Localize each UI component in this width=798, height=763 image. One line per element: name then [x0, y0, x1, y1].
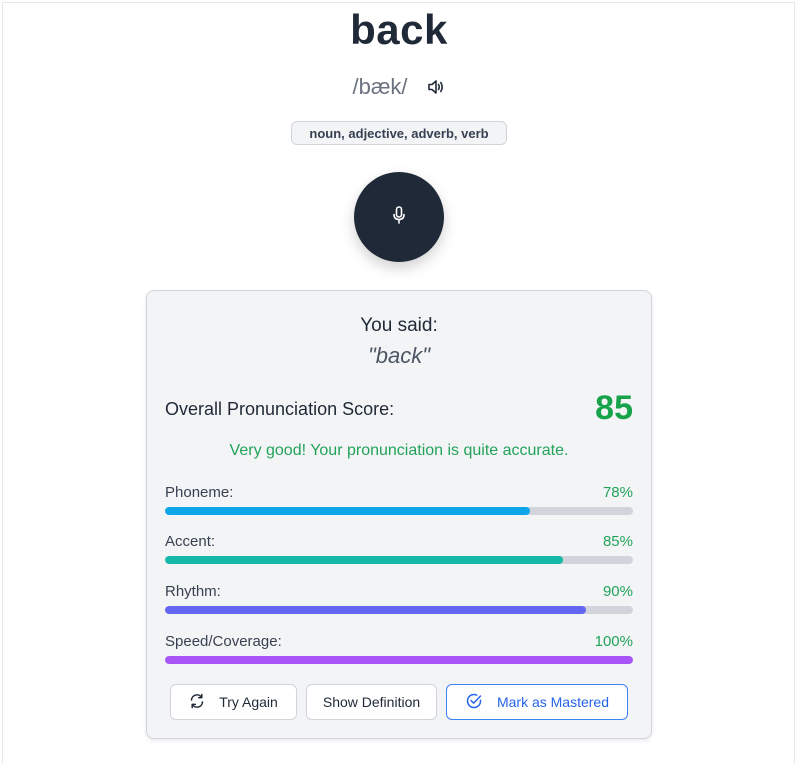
overall-score-label: Overall Pronunciation Score: [165, 399, 395, 419]
overall-score-value: 85 [595, 389, 633, 427]
progress-track [165, 556, 633, 564]
record-button[interactable] [354, 172, 444, 262]
feedback-message: Very good! Your pronunciation is quite a… [229, 442, 569, 459]
progress-fill [165, 656, 633, 664]
refresh-icon [189, 693, 205, 712]
parts-of-speech-badge: noun, adjective, adverb, verb [291, 121, 507, 145]
metric-phoneme: Phoneme: 78% [165, 484, 633, 524]
word-title: back [350, 6, 448, 53]
progress-track [165, 507, 633, 515]
check-circle-icon [465, 692, 483, 713]
try-again-button[interactable]: Try Again [170, 684, 297, 720]
try-again-label: Try Again [219, 694, 278, 710]
progress-track [165, 606, 633, 614]
metric-value: 90% [602, 583, 633, 600]
pronunciation-row: /bæk/ [0, 72, 798, 102]
progress-fill [165, 556, 563, 564]
metric-value: 100% [594, 633, 633, 650]
metric-value: 85% [602, 533, 633, 550]
metric-accent: Accent: 85% [165, 533, 633, 573]
progress-fill [165, 507, 531, 515]
metric-label: Speed/Coverage: [165, 633, 282, 650]
you-said-label: You said: [360, 315, 438, 336]
progress-fill [165, 606, 587, 614]
ipa-transcription: /bæk/ [352, 74, 408, 99]
metric-value: 78% [602, 484, 633, 501]
show-definition-label: Show Definition [322, 694, 421, 710]
mark-mastered-button[interactable]: Mark as Mastered [446, 684, 628, 720]
metric-label: Accent: [165, 533, 216, 550]
mark-mastered-label: Mark as Mastered [496, 694, 610, 710]
progress-track [165, 656, 633, 664]
metric-speed-coverage: Speed/Coverage: 100% [165, 633, 633, 673]
speaker-icon[interactable] [426, 77, 446, 97]
result-card: You said: "back" Overall Pronunciation S… [146, 290, 652, 739]
recognized-text: "back" [367, 343, 431, 368]
metric-rhythm: Rhythm: 90% [165, 583, 633, 623]
metric-label: Rhythm: [165, 583, 221, 600]
action-bar: Try Again Show Definition Mark as Master… [170, 684, 628, 720]
microphone-icon [392, 205, 406, 229]
metric-label: Phoneme: [165, 484, 234, 501]
show-definition-button[interactable]: Show Definition [306, 684, 437, 720]
